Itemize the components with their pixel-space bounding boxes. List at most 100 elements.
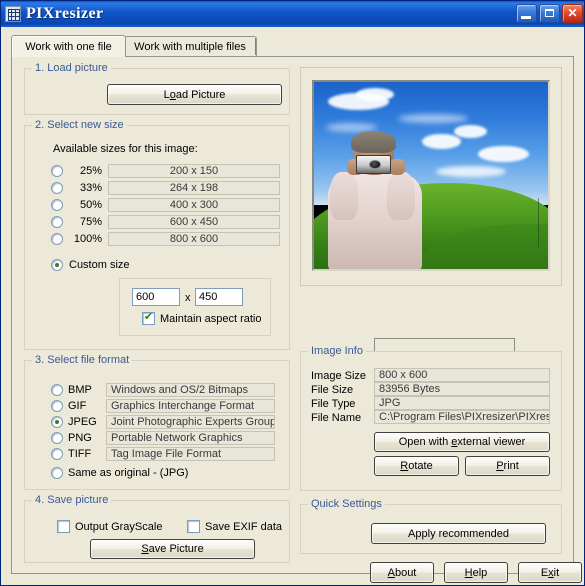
person-right-hand [388, 158, 406, 176]
format-description-jpeg: Joint Photographic Experts Group [106, 415, 275, 429]
close-button[interactable] [562, 4, 583, 23]
size-preset-row-25[interactable]: 25% 200 x 150 [51, 164, 280, 178]
format-row-png[interactable]: PNG Portable Network Graphics [51, 431, 275, 445]
image-size-value: 800 x 600 [374, 368, 550, 382]
size-preset-radio-75[interactable] [51, 216, 63, 228]
tab-page-one-file: 1. Load picture Load Picture 2. Select n… [11, 56, 582, 583]
custom-height-input[interactable]: 450 [195, 288, 243, 306]
group-load-picture-title: 1. Load picture [32, 62, 111, 74]
tab-label: Work with one file [25, 40, 112, 53]
save-exif-checkbox[interactable] [187, 520, 200, 533]
open-with-external-viewer-button[interactable]: Open with external viewer [374, 432, 550, 452]
about-button-label: About [387, 566, 417, 579]
person-hair [351, 130, 396, 154]
custom-size-panel: 600 x 450 Maintain aspect ratio [119, 278, 271, 336]
load-picture-button[interactable]: Load Picture [107, 84, 282, 105]
group-load-picture: 1. Load picture Load Picture [24, 62, 290, 115]
output-grayscale-label: Output GrayScale [75, 520, 163, 533]
group-select-new-size-title: 2. Select new size [32, 119, 127, 131]
app-pixel-grid-icon [5, 6, 21, 22]
tab-divider-2 [255, 38, 256, 55]
size-preset-radio-25[interactable] [51, 165, 63, 177]
file-type-label: File Type [311, 398, 356, 410]
size-preset-radio-50[interactable] [51, 199, 63, 211]
format-name-bmp: BMP [68, 384, 92, 396]
custom-width-input[interactable]: 600 [132, 288, 180, 306]
format-name-png: PNG [68, 432, 92, 444]
format-description-png: Portable Network Graphics [106, 431, 275, 445]
format-radio-bmp[interactable] [51, 384, 63, 396]
maintain-aspect-ratio-row[interactable]: Maintain aspect ratio [142, 311, 262, 325]
format-label-same-as-original: Same as original - (JPG) [68, 467, 189, 479]
tab-work-with-one-file[interactable]: Work with one file [11, 35, 126, 57]
group-quick-settings: Quick Settings Apply recommended [300, 498, 562, 554]
file-name-value: C:\Program Files\PIXresizer\PIXresiz [374, 410, 550, 424]
custom-size-row[interactable]: Custom size [51, 259, 130, 271]
size-preset-value-75: 600 x 450 [108, 215, 280, 229]
rotate-button-label: Rotate [400, 460, 433, 472]
save-exif-row[interactable]: Save EXIF data [187, 520, 282, 533]
apply-recommended-button[interactable]: Apply recommended [371, 523, 546, 544]
size-preset-row-75[interactable]: 75% 600 x 450 [51, 215, 280, 229]
format-radio-png[interactable] [51, 432, 63, 444]
format-row-jpeg[interactable]: JPEG Joint Photographic Experts Group [51, 415, 275, 429]
tab-strip: Work with one file Work with multiple fi… [11, 35, 574, 57]
custom-size-radio[interactable] [51, 259, 63, 271]
format-row-same-as-original[interactable]: Same as original - (JPG) [51, 467, 188, 479]
format-radio-same-as-original[interactable] [51, 467, 63, 479]
camera-icon [356, 154, 392, 174]
rotate-button[interactable]: Rotate [374, 456, 459, 476]
format-name-tiff: TIFF [68, 448, 92, 460]
output-grayscale-checkbox[interactable] [57, 520, 70, 533]
size-preset-value-100: 800 x 600 [108, 232, 280, 246]
load-picture-button-label: Load Picture [163, 88, 226, 101]
window-title: PIXresizer [26, 5, 104, 22]
title-bar: PIXresizer [1, 1, 584, 27]
window-controls [516, 4, 583, 23]
image-preview[interactable] [312, 80, 550, 271]
file-type-value: JPG [374, 396, 550, 410]
help-button[interactable]: Help [444, 562, 508, 583]
cloud-icon [356, 87, 394, 101]
size-preset-percent-100: 100% [73, 233, 102, 245]
open-with-external-viewer-label: Open with external viewer [398, 436, 526, 448]
obscured-control [374, 338, 515, 352]
group-save-picture-title: 4. Save picture [32, 494, 112, 506]
save-picture-button-label: Save Picture [141, 543, 204, 555]
format-radio-tiff[interactable] [51, 448, 63, 460]
size-preset-row-33[interactable]: 33% 264 x 198 [51, 181, 280, 195]
pixresizer-window: PIXresizer Work with one file Work with … [0, 0, 585, 586]
format-name-jpeg: JPEG [68, 416, 97, 428]
exit-button-label: Exit [540, 566, 560, 579]
format-row-gif[interactable]: GIF Graphics Interchange Format [51, 399, 275, 413]
format-row-bmp[interactable]: BMP Windows and OS/2 Bitmaps [51, 383, 275, 397]
output-grayscale-row[interactable]: Output GrayScale [57, 520, 162, 533]
size-preset-value-25: 200 x 150 [108, 164, 280, 178]
about-button[interactable]: About [370, 562, 434, 583]
person-right-arm [386, 171, 415, 221]
custom-size-label: Custom size [69, 259, 130, 271]
size-preset-radio-100[interactable] [51, 233, 63, 245]
group-select-file-format-title: 3. Select file format [32, 354, 133, 366]
size-preset-row-50[interactable]: 50% 400 x 300 [51, 198, 280, 212]
group-image-info: Image Info Image Size 800 x 600 File Siz… [300, 345, 562, 491]
exit-button[interactable]: Exit [518, 562, 582, 583]
format-radio-gif[interactable] [51, 400, 63, 412]
tab-work-with-multiple-files[interactable]: Work with multiple files [124, 36, 257, 57]
person-left-arm [330, 171, 359, 221]
minimize-button[interactable] [516, 4, 537, 23]
size-preset-row-100[interactable]: 100% 800 x 600 [51, 232, 280, 246]
file-size-label: File Size [311, 384, 354, 396]
available-sizes-label: Available sizes for this image: [53, 143, 198, 155]
maximize-button[interactable] [539, 4, 560, 23]
image-size-label: Image Size [311, 370, 367, 382]
save-picture-button[interactable]: Save Picture [90, 539, 255, 559]
format-radio-jpeg[interactable] [51, 416, 63, 428]
size-preset-radio-33[interactable] [51, 182, 63, 194]
maintain-aspect-ratio-checkbox[interactable] [142, 311, 155, 325]
format-description-bmp: Windows and OS/2 Bitmaps [106, 383, 275, 397]
format-row-tiff[interactable]: TIFF Tag Image File Format [51, 447, 275, 461]
print-button[interactable]: Print [465, 456, 550, 476]
preview-image-content [314, 82, 548, 269]
preview-panel [300, 67, 562, 286]
